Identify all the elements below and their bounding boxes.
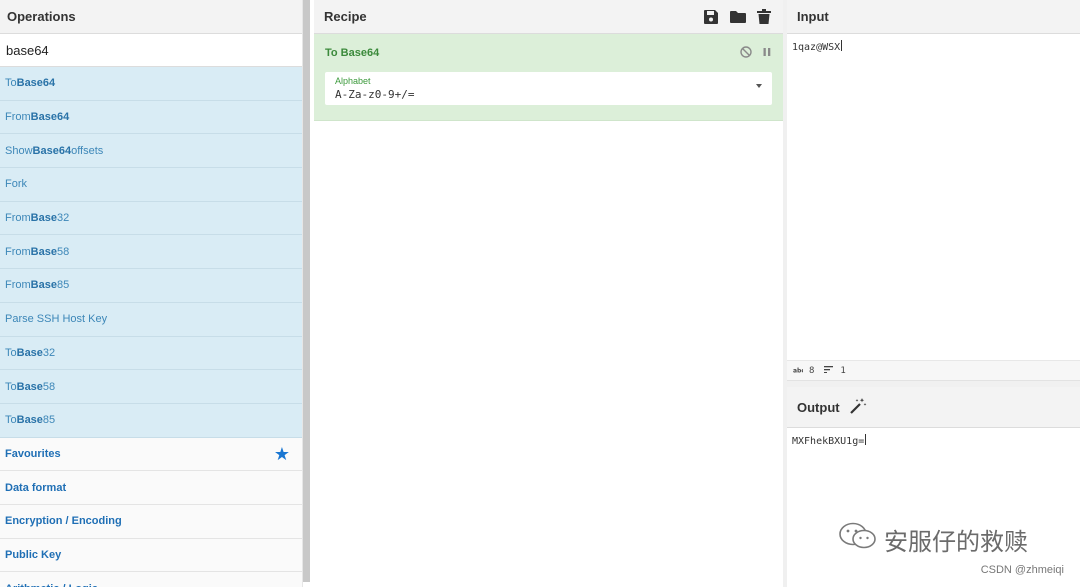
operation-result-suffix: 58 bbox=[42, 380, 56, 393]
operation-result-match: Base64 bbox=[30, 111, 70, 124]
operation-result-text: From bbox=[5, 111, 31, 124]
trash-icon[interactable] bbox=[757, 8, 771, 25]
text-cursor bbox=[865, 434, 867, 445]
operation-result-match: Base bbox=[16, 346, 43, 359]
operation-result-text: To bbox=[5, 77, 17, 90]
operation-result-suffix: 85 bbox=[56, 279, 70, 292]
operation-result-match: Base bbox=[30, 212, 57, 225]
operation-result-item[interactable]: Show Base64 offsets bbox=[0, 134, 302, 169]
star-icon[interactable]: ★ bbox=[274, 445, 290, 463]
operation-result-text: From bbox=[5, 245, 31, 258]
input-status-bar: abc 8 1 bbox=[787, 361, 1080, 381]
operation-result-suffix: 32 bbox=[42, 346, 56, 359]
category-label: Data format bbox=[5, 481, 67, 494]
recipe-title: Recipe bbox=[324, 9, 367, 24]
category-label: Favourites bbox=[5, 447, 61, 460]
operation-result-suffix: 58 bbox=[56, 245, 70, 258]
chevron-down-icon[interactable] bbox=[756, 84, 762, 88]
operations-panel: Operations base64 To Base64 From Base64 Sh… bbox=[0, 0, 302, 587]
category-label: Public Key bbox=[5, 548, 62, 561]
category-item[interactable]: Public Key bbox=[0, 538, 302, 573]
operations-title: Operations bbox=[0, 0, 302, 34]
operation-result-suffix: offsets bbox=[71, 144, 104, 157]
recipe-header: Recipe bbox=[314, 0, 783, 34]
lines-icon bbox=[824, 365, 834, 376]
alphabet-label: Alphabet bbox=[335, 76, 371, 86]
operation-result-item[interactable]: From Base 32 bbox=[0, 201, 302, 236]
operation-result-text: From bbox=[5, 279, 31, 292]
input-textarea[interactable]: 1qaz@WSX bbox=[787, 34, 1080, 361]
watermark-text: 安服仔的救赎 bbox=[884, 529, 1028, 556]
recipe-operation-to-base64[interactable]: To Base64 Alphabet A-Za-z0-9+/= bbox=[314, 34, 783, 121]
operation-result-suffix: 85 bbox=[42, 414, 56, 427]
category-label: Encryption / Encoding bbox=[5, 515, 122, 528]
save-icon[interactable] bbox=[703, 9, 719, 25]
text-cursor bbox=[841, 40, 843, 51]
operations-scrollbar[interactable] bbox=[303, 0, 310, 582]
operation-result-text: To bbox=[5, 414, 17, 427]
operation-result-text: Parse SSH Host Key bbox=[5, 313, 108, 326]
operation-result-text: To bbox=[5, 346, 17, 359]
operation-result-match: Base64 bbox=[32, 144, 72, 157]
output-header: Output bbox=[787, 387, 1080, 428]
operation-result-item[interactable]: To Base64 bbox=[0, 67, 302, 101]
operation-result-text: From bbox=[5, 212, 31, 225]
operation-result-item[interactable]: To Base 58 bbox=[0, 370, 302, 404]
alphabet-select[interactable]: Alphabet A-Za-z0-9+/= bbox=[325, 72, 772, 105]
operation-result-text: Fork bbox=[5, 178, 27, 191]
output-textarea[interactable]: MXFhekBXU1g= bbox=[787, 428, 1080, 453]
io-panel: Input 1qaz@WSX abc 8 1 Output MXFhekBXU1… bbox=[787, 0, 1080, 587]
operations-result-list: To Base64 From Base64 Show Base64 offsets F… bbox=[0, 67, 302, 438]
operations-category-list: Favourites ★ Data format Encryption / Encod… bbox=[0, 437, 302, 587]
operation-result-match: Base bbox=[30, 279, 57, 292]
operation-result-suffix: 32 bbox=[56, 212, 70, 225]
category-item[interactable]: Data format bbox=[0, 471, 302, 505]
output-value: MXFhekBXU1g= bbox=[792, 436, 865, 447]
operation-result-item[interactable]: From Base 85 bbox=[0, 269, 302, 303]
operation-result-match: Base bbox=[30, 245, 57, 258]
operation-result-item[interactable]: Fork bbox=[0, 168, 302, 202]
operation-result-match: Base bbox=[16, 380, 43, 393]
alphabet-value: A-Za-z0-9+/= bbox=[335, 88, 415, 101]
input-title: Input bbox=[787, 0, 1080, 34]
output-title: Output bbox=[797, 399, 840, 415]
recipe-panel: Recipe To Base64 Alphabet A-Za-z0-9+/= bbox=[314, 0, 783, 587]
operation-result-item[interactable]: From Base64 bbox=[0, 100, 302, 135]
operation-result-item[interactable]: Parse SSH Host Key bbox=[0, 302, 302, 337]
input-lines: 1 bbox=[840, 365, 846, 376]
recipe-operation-title: To Base64 bbox=[325, 47, 380, 59]
category-label: Arithmetic / Logic bbox=[5, 583, 98, 587]
category-item[interactable]: Arithmetic / Logic bbox=[0, 572, 302, 587]
input-value: 1qaz@WSX bbox=[792, 42, 841, 53]
category-item[interactable]: Encryption / Encoding bbox=[0, 504, 302, 539]
operation-result-item[interactable]: From Base 58 bbox=[0, 235, 302, 270]
csdn-credit: CSDN @zhmeiqi bbox=[980, 564, 1064, 576]
pause-icon[interactable] bbox=[762, 47, 772, 60]
input-length: 8 bbox=[809, 365, 815, 376]
watermark: 安服仔的救赎 bbox=[838, 521, 1028, 558]
folder-icon[interactable] bbox=[729, 9, 747, 25]
operation-result-item[interactable]: To Base 32 bbox=[0, 336, 302, 371]
operation-result-match: Base bbox=[16, 414, 43, 427]
wechat-icon bbox=[838, 521, 878, 558]
operation-result-item[interactable]: To Base 85 bbox=[0, 403, 302, 438]
operation-result-match: Base64 bbox=[16, 77, 56, 90]
operation-result-text: To bbox=[5, 380, 17, 393]
svg-text:abc: abc bbox=[793, 367, 803, 373]
disable-icon[interactable] bbox=[740, 45, 752, 61]
magic-wand-icon[interactable] bbox=[849, 397, 867, 418]
length-icon: abc bbox=[793, 366, 805, 376]
operations-search-input[interactable]: base64 bbox=[0, 34, 302, 67]
category-item[interactable]: Favourites ★ bbox=[0, 437, 302, 472]
operation-result-text: Show bbox=[5, 144, 33, 157]
